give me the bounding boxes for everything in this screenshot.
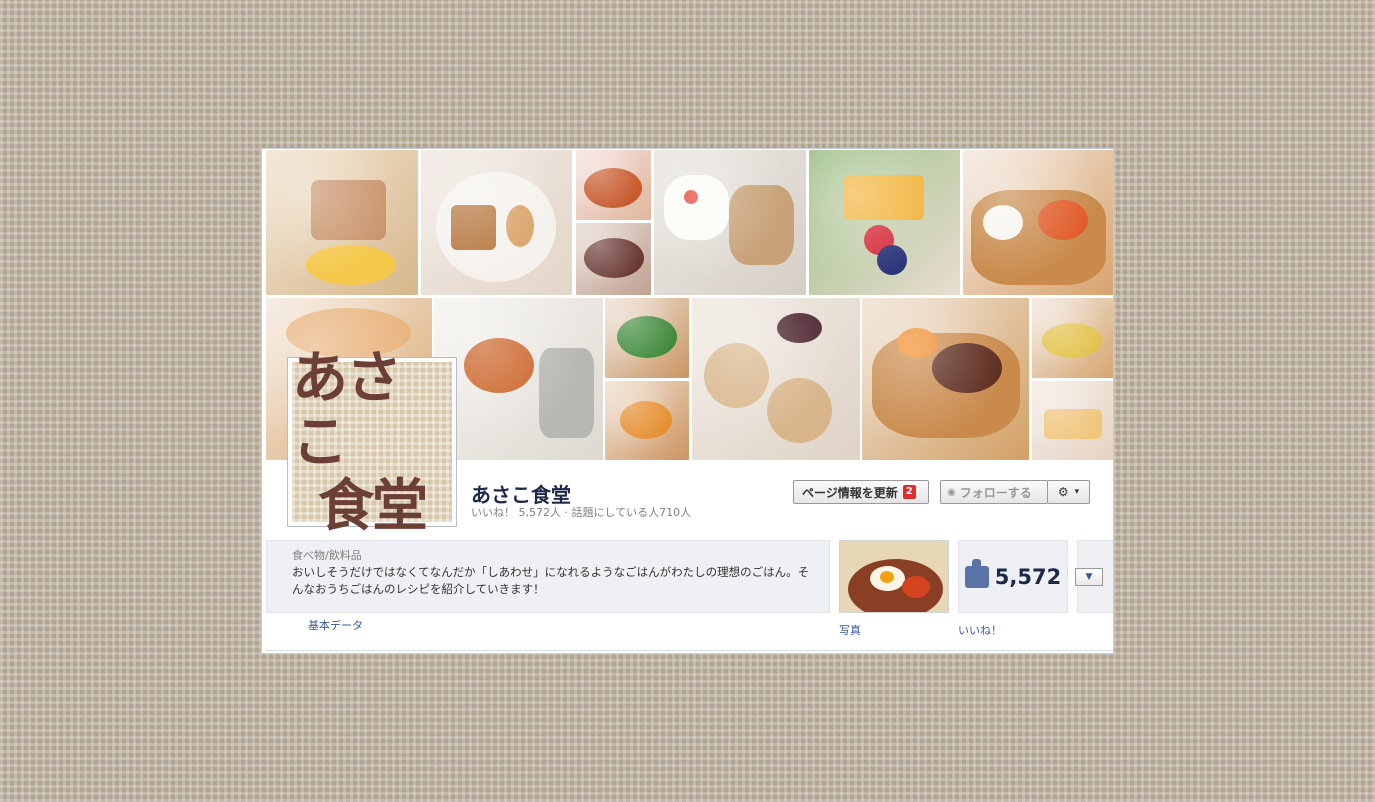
cover-tile-cake-house: [266, 150, 418, 295]
cover-tile-bread-bunny: [421, 150, 572, 295]
follow-button[interactable]: ◉ フォローする: [940, 480, 1048, 504]
notification-badge: 2: [902, 485, 916, 499]
thumbs-up-icon: [964, 558, 989, 588]
cover-tile-stirfry: [576, 150, 651, 220]
photos-app-thumbnail[interactable]: [839, 540, 949, 613]
cover-tile-veg-bento: [605, 298, 689, 378]
cover-tile-cheesecake: [809, 150, 960, 295]
cover-tile-cake-slice: [1032, 381, 1113, 460]
cover-tile-hamburg-bento: [862, 298, 1029, 460]
page-category: 食べ物/飲料品: [292, 549, 362, 562]
cover-tile-cookies: [692, 298, 860, 460]
cover-tile-mini-bentos: [1032, 298, 1113, 378]
likes-count: 5,572: [994, 564, 1062, 589]
cover-tile-skewers: [576, 223, 651, 295]
page-logo: あさこ 食堂: [292, 346, 452, 538]
page-stats: いいね！ 5,572人 · 話題にしている人710人: [471, 506, 692, 519]
logo-line-1: あさこ: [292, 345, 402, 475]
photos-app-label[interactable]: 写真: [839, 622, 861, 638]
basic-info-link[interactable]: 基本データ: [308, 617, 363, 633]
chevron-down-icon: ▼: [1085, 572, 1093, 582]
cover-tile-tomato-bento: [605, 381, 689, 460]
cover-tile-bento-box: [963, 150, 1113, 295]
chevron-down-icon: ▾: [1074, 487, 1080, 497]
settings-menu-button[interactable]: ⚙ ▾: [1047, 480, 1090, 504]
divider: [266, 650, 1113, 651]
page-description: おいしそうだけではなくてなんだか「しあわせ」になれるようなごはんがわたしの理想の…: [292, 565, 810, 596]
cover-tile-onigiri: [654, 150, 806, 295]
about-box[interactable]: 食べ物/飲料品 おいしそうだけではなくてなんだか「しあわせ」になれるようなごはん…: [266, 540, 830, 613]
apps-dropdown-button[interactable]: ▼: [1075, 568, 1103, 586]
likes-app[interactable]: 5,572: [958, 540, 1068, 613]
logo-line-2: 食堂: [318, 473, 428, 539]
update-page-info-label: ページ情報を更新: [802, 485, 898, 500]
gear-icon: ⚙: [1057, 485, 1069, 499]
cover-tile-wrapped-lunch: [434, 298, 603, 460]
update-page-info-button[interactable]: ページ情報を更新 2: [793, 480, 929, 504]
profile-picture[interactable]: あさこ 食堂: [287, 346, 457, 538]
rss-icon: ◉: [947, 486, 956, 498]
likes-app-label[interactable]: いいね！: [958, 622, 1002, 638]
follow-label: フォローする: [959, 485, 1032, 500]
facebook-page-frame: あさこ 食堂 あさこ食堂 いいね！ 5,572人 · 話題にしている人710人 …: [261, 148, 1114, 654]
